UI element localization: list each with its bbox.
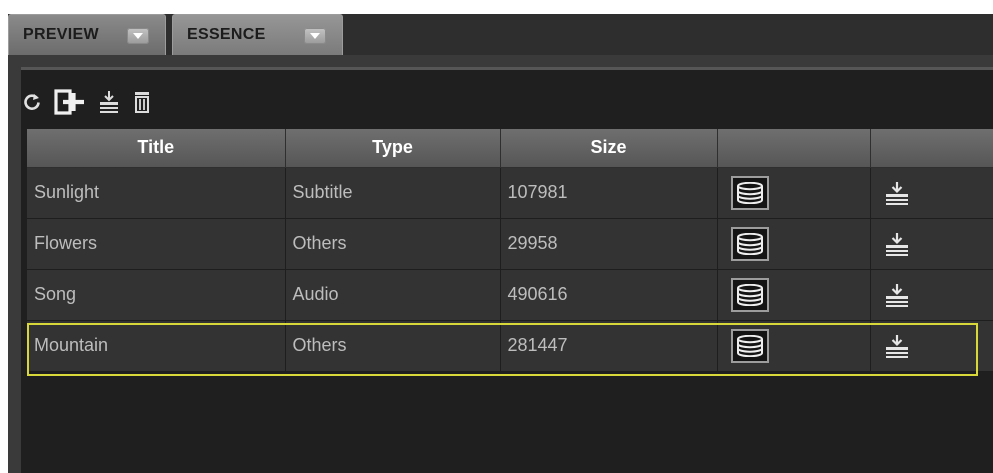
cell-storage <box>717 167 871 219</box>
cell-type: Others <box>285 320 501 372</box>
chevron-down-icon[interactable] <box>127 28 149 44</box>
download-icon[interactable] <box>884 333 993 359</box>
table-row[interactable]: Flowers Others 29958 <box>27 218 993 270</box>
cell-size: 490616 <box>500 269 718 321</box>
refresh-icon[interactable] <box>22 92 42 112</box>
database-icon[interactable] <box>730 226 769 261</box>
table-row[interactable]: Sunlight Subtitle 107981 <box>27 167 993 219</box>
column-header-size[interactable]: Size <box>500 129 718 168</box>
cell-title: Sunlight <box>27 167 286 219</box>
column-header-download <box>870 129 993 168</box>
cell-download <box>870 218 993 270</box>
trash-icon[interactable] <box>132 91 152 113</box>
tab-preview[interactable]: PREVIEW <box>8 14 166 55</box>
database-icon[interactable] <box>730 277 769 312</box>
download-icon[interactable] <box>884 231 993 257</box>
column-header-type[interactable]: Type <box>285 129 501 168</box>
import-icon[interactable] <box>98 90 120 114</box>
add-icon[interactable] <box>54 89 86 115</box>
chevron-down-icon[interactable] <box>304 28 326 44</box>
cell-title: Mountain <box>27 320 286 372</box>
download-icon[interactable] <box>884 180 993 206</box>
tab-preview-label: PREVIEW <box>23 26 99 43</box>
essence-table: Title Type Size Sunlight Subtitle 107981… <box>27 129 993 372</box>
cell-storage <box>717 218 871 270</box>
cell-download <box>870 269 993 321</box>
table-row-selected[interactable]: Mountain Others 281447 <box>27 320 993 372</box>
table-row[interactable]: Song Audio 490616 <box>27 269 993 321</box>
cell-download <box>870 167 993 219</box>
toolbar <box>22 87 152 117</box>
table-header-row: Title Type Size <box>27 129 993 168</box>
cell-size: 29958 <box>500 218 718 270</box>
cell-title: Flowers <box>27 218 286 270</box>
cell-storage <box>717 320 871 372</box>
database-icon[interactable] <box>730 175 769 210</box>
tab-essence[interactable]: ESSENCE <box>172 14 343 55</box>
cell-type: Others <box>285 218 501 270</box>
tab-bar: PREVIEW ESSENCE <box>8 14 993 55</box>
column-header-title[interactable]: Title <box>27 129 286 168</box>
cell-size: 107981 <box>500 167 718 219</box>
cell-size: 281447 <box>500 320 718 372</box>
database-icon[interactable] <box>730 328 769 363</box>
cell-type: Subtitle <box>285 167 501 219</box>
cell-type: Audio <box>285 269 501 321</box>
cell-title: Song <box>27 269 286 321</box>
cell-download <box>870 320 993 372</box>
cell-storage <box>717 269 871 321</box>
tab-essence-label: ESSENCE <box>187 26 266 43</box>
download-icon[interactable] <box>884 282 993 308</box>
column-header-storage <box>717 129 871 168</box>
